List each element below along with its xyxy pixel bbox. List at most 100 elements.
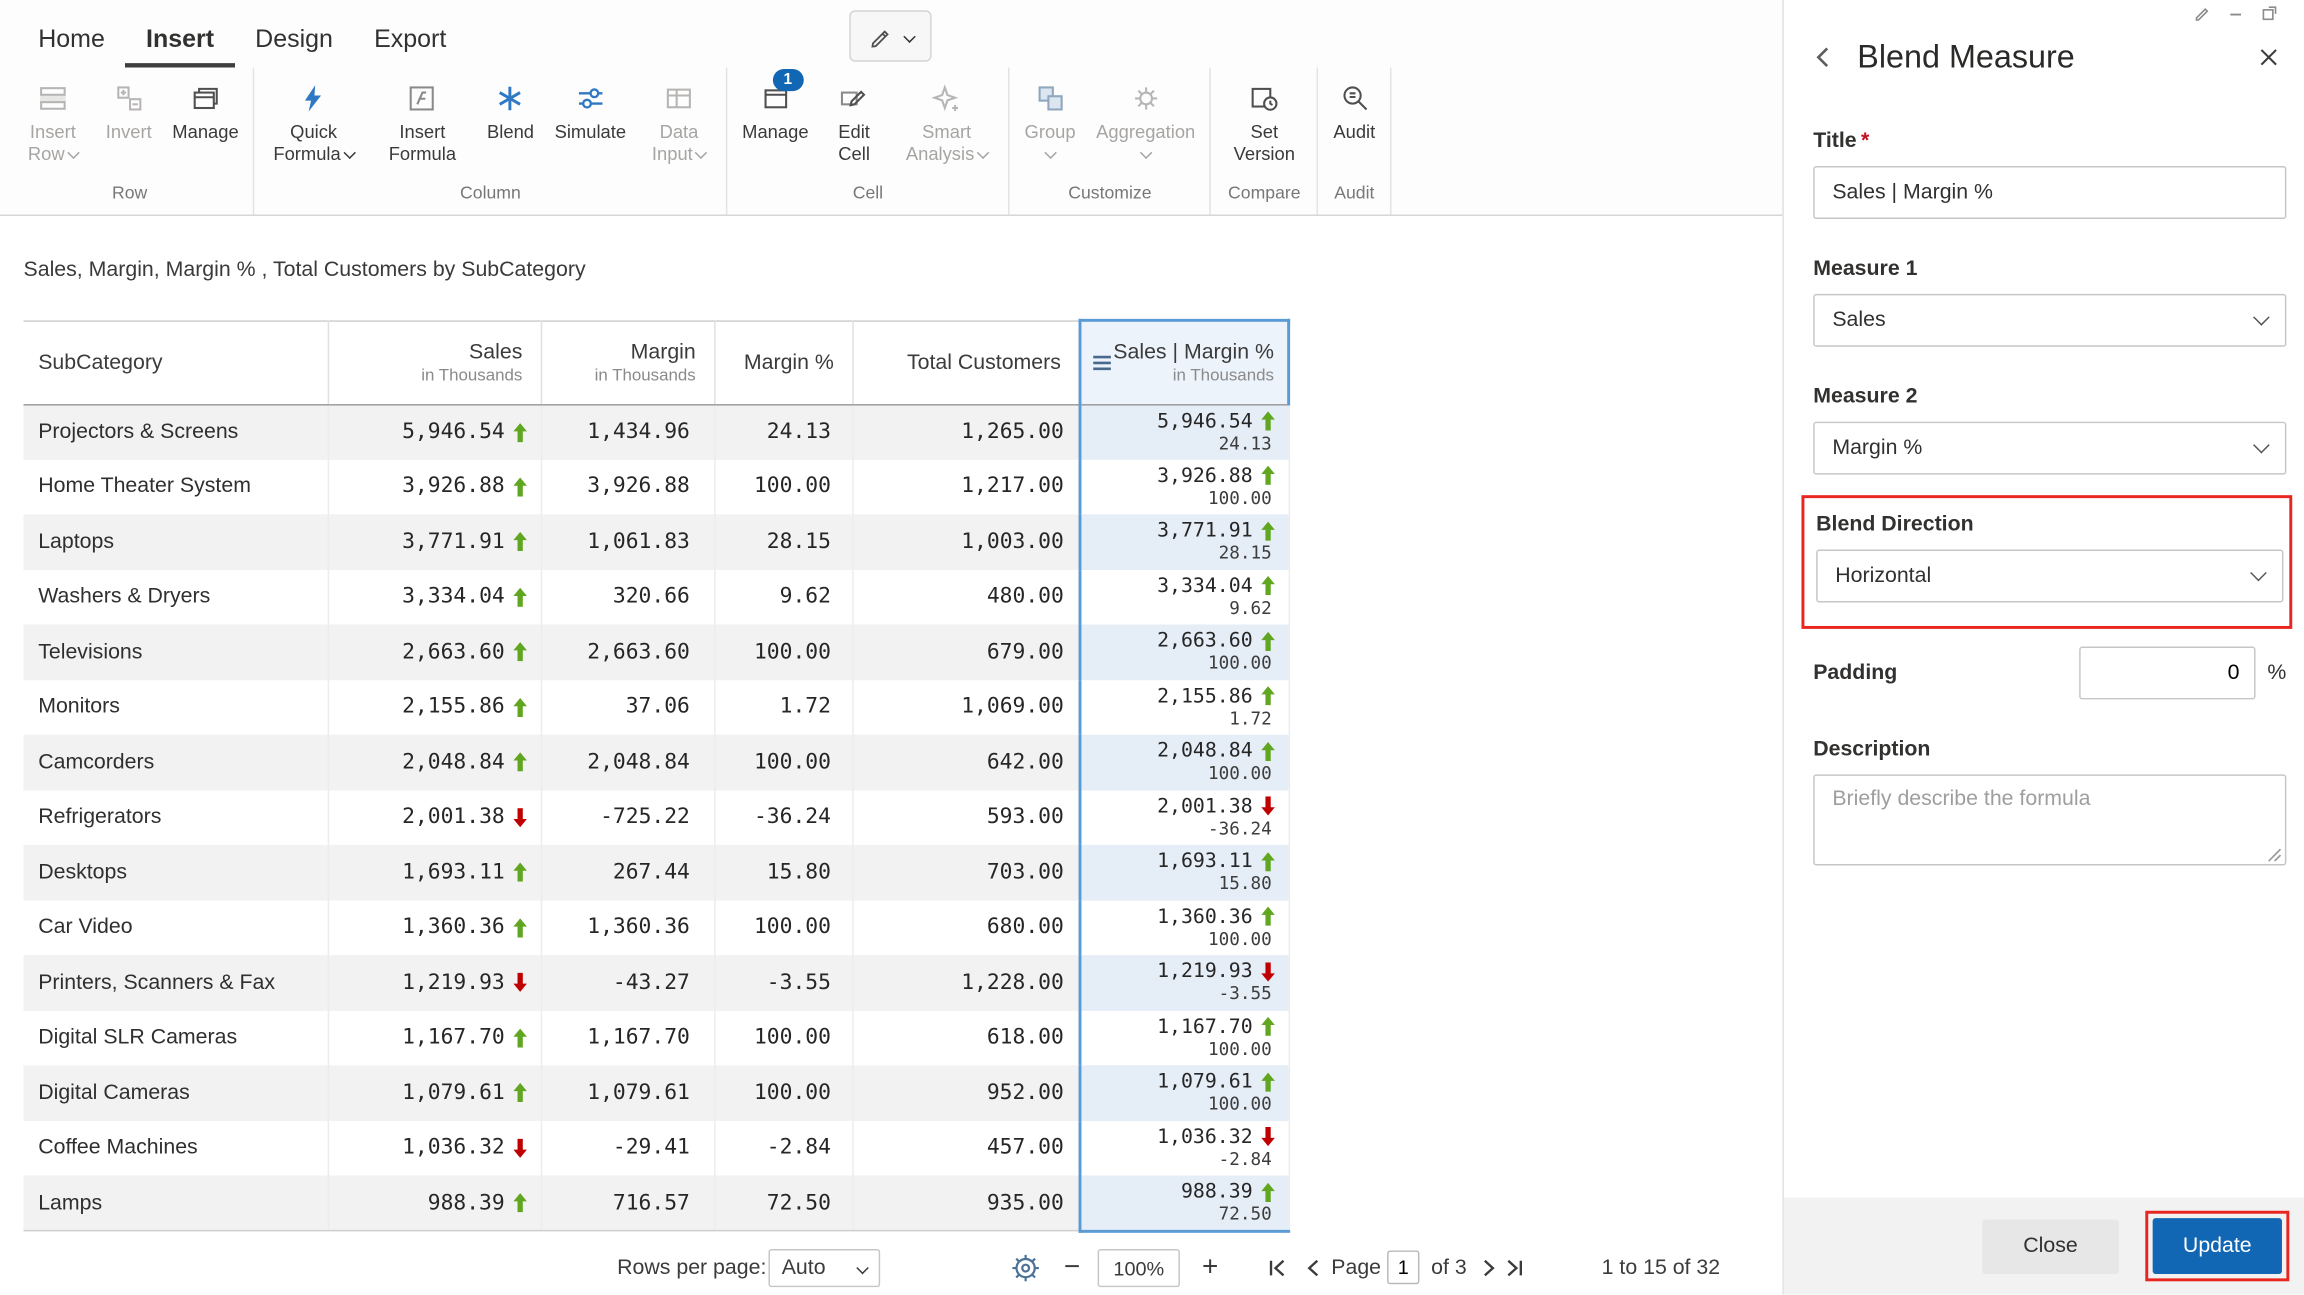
margin-pct-cell[interactable]: 24.13 [714, 404, 853, 460]
customers-cell[interactable]: 457.00 [852, 1120, 1081, 1176]
padding-input[interactable] [2079, 646, 2256, 700]
margin-cell[interactable]: 3,926.88 [540, 459, 715, 515]
first-page-button[interactable] [1267, 1242, 1288, 1295]
subcategory-cell[interactable]: Desktops [23, 844, 329, 901]
previous-page-button[interactable] [1303, 1242, 1324, 1295]
column-menu-icon[interactable] [1092, 354, 1113, 372]
smart-analysis-button[interactable]: Smart Analysis [889, 68, 1004, 166]
margin-cell[interactable]: 1,360.36 [540, 900, 715, 956]
column-header-margin[interactable]: Margin in Thousands [540, 319, 715, 405]
blend-cell[interactable]: 988.39 72.50 [1078, 1175, 1290, 1233]
subcategory-cell[interactable]: Printers, Scanners & Fax [23, 955, 329, 1011]
margin-cell[interactable]: 716.57 [540, 1175, 715, 1232]
sales-cell[interactable]: 2,001.38 [327, 789, 542, 845]
column-header-blend[interactable]: Sales | Margin % in Thousands [1078, 318, 1291, 405]
last-page-button[interactable] [1505, 1242, 1526, 1295]
measure1-select[interactable]: Sales [1813, 293, 2287, 347]
customers-cell[interactable]: 680.00 [852, 900, 1081, 956]
manage-cell-button[interactable]: 1 Manage [732, 68, 819, 144]
data-input-button[interactable]: Data Input [636, 68, 721, 166]
margin-cell[interactable]: 267.44 [540, 844, 715, 901]
margin-cell[interactable]: -725.22 [540, 789, 715, 845]
margin-pct-cell[interactable]: 100.00 [714, 734, 853, 790]
insert-row-button[interactable]: Insert Row [10, 68, 95, 166]
customers-cell[interactable]: 952.00 [852, 1065, 1081, 1121]
margin-pct-cell[interactable]: 100.00 [714, 900, 853, 956]
customers-cell[interactable]: 703.00 [852, 844, 1081, 901]
sales-cell[interactable]: 1,360.36 [327, 900, 542, 956]
blend-cell[interactable]: 1,167.70 100.00 [1078, 1010, 1290, 1066]
customers-cell[interactable]: 679.00 [852, 624, 1081, 680]
zoom-in-button[interactable]: + [1202, 1242, 1218, 1295]
customers-cell[interactable]: 618.00 [852, 1010, 1081, 1066]
subcategory-cell[interactable]: Digital Cameras [23, 1065, 329, 1121]
column-header-subcategory[interactable]: SubCategory [23, 319, 329, 405]
column-header-total-customers[interactable]: Total Customers [852, 319, 1081, 405]
customers-cell[interactable]: 593.00 [852, 789, 1081, 845]
sales-cell[interactable]: 1,693.11 [327, 844, 542, 901]
subcategory-cell[interactable]: Monitors [23, 679, 329, 735]
blend-cell[interactable]: 3,926.88 100.00 [1078, 459, 1290, 515]
subcategory-cell[interactable]: Refrigerators [23, 789, 329, 845]
subcategory-cell[interactable]: Digital SLR Cameras [23, 1010, 329, 1066]
margin-pct-cell[interactable]: 72.50 [714, 1175, 853, 1232]
blend-cell[interactable]: 2,663.60 100.00 [1078, 624, 1290, 680]
blend-cell[interactable]: 3,771.91 28.15 [1078, 514, 1290, 570]
margin-pct-cell[interactable]: 100.00 [714, 624, 853, 680]
measure2-select[interactable]: Margin % [1813, 421, 2287, 475]
blend-button[interactable]: Blend [477, 68, 545, 144]
edit-cell-button[interactable]: Edit Cell [819, 68, 890, 166]
rows-per-page-select[interactable]: Auto [768, 1249, 881, 1288]
margin-cell[interactable]: 2,663.60 [540, 624, 715, 680]
invert-button[interactable]: Invert [96, 68, 163, 144]
popout-panel-icon[interactable] [2261, 4, 2277, 22]
margin-pct-cell[interactable]: 9.62 [714, 569, 853, 625]
sales-cell[interactable]: 1,167.70 [327, 1010, 542, 1066]
margin-pct-cell[interactable]: 1.72 [714, 679, 853, 735]
minimize-panel-icon[interactable] [2228, 4, 2244, 22]
sales-cell[interactable]: 3,771.91 [327, 514, 542, 570]
column-header-sales[interactable]: Sales in Thousands [327, 319, 542, 405]
margin-cell[interactable]: 2,048.84 [540, 734, 715, 790]
audit-button[interactable]: Audit [1323, 68, 1385, 144]
customers-cell[interactable]: 1,217.00 [852, 459, 1081, 515]
margin-pct-cell[interactable]: -2.84 [714, 1120, 853, 1176]
tab-insert[interactable]: Insert [125, 10, 234, 67]
subcategory-cell[interactable]: Coffee Machines [23, 1120, 329, 1176]
aggregation-button[interactable]: Aggregation [1086, 68, 1206, 159]
sales-cell[interactable]: 3,926.88 [327, 459, 542, 515]
back-button[interactable] [1810, 44, 1836, 70]
margin-cell[interactable]: 320.66 [540, 569, 715, 625]
margin-cell[interactable]: -43.27 [540, 955, 715, 1011]
margin-pct-cell[interactable]: -36.24 [714, 789, 853, 845]
manage-row-button[interactable]: Manage [162, 68, 249, 144]
update-button[interactable]: Update [2152, 1218, 2282, 1275]
sales-cell[interactable]: 5,946.54 [327, 404, 542, 460]
addin-options-icon[interactable] [2194, 4, 2210, 22]
subcategory-cell[interactable]: Laptops [23, 514, 329, 570]
subcategory-cell[interactable]: Washers & Dryers [23, 569, 329, 625]
margin-pct-cell[interactable]: 100.00 [714, 1065, 853, 1121]
set-version-button[interactable]: Set Version [1216, 68, 1313, 166]
customers-cell[interactable]: 1,069.00 [852, 679, 1081, 735]
column-header-margin-pct[interactable]: Margin % [714, 319, 853, 405]
margin-pct-cell[interactable]: -3.55 [714, 955, 853, 1011]
zoom-level[interactable]: 100% [1097, 1249, 1180, 1288]
sales-cell[interactable]: 988.39 [327, 1175, 542, 1232]
tab-export[interactable]: Export [354, 10, 467, 67]
title-input[interactable] [1813, 166, 2287, 219]
customers-cell[interactable]: 480.00 [852, 569, 1081, 625]
customers-cell[interactable]: 642.00 [852, 734, 1081, 790]
margin-pct-cell[interactable]: 15.80 [714, 844, 853, 901]
customers-cell[interactable]: 1,265.00 [852, 404, 1081, 460]
sales-cell[interactable]: 2,155.86 [327, 679, 542, 735]
blend-cell[interactable]: 2,001.38 -36.24 [1078, 789, 1290, 845]
subcategory-cell[interactable]: Camcorders [23, 734, 329, 790]
blend-cell[interactable]: 1,079.61 100.00 [1078, 1065, 1290, 1121]
sales-cell[interactable]: 1,079.61 [327, 1065, 542, 1121]
next-page-button[interactable] [1478, 1242, 1499, 1295]
sales-cell[interactable]: 1,036.32 [327, 1120, 542, 1176]
quick-formula-button[interactable]: Quick Formula [259, 68, 368, 166]
margin-pct-cell[interactable]: 100.00 [714, 459, 853, 515]
description-textarea[interactable] [1813, 774, 2287, 866]
